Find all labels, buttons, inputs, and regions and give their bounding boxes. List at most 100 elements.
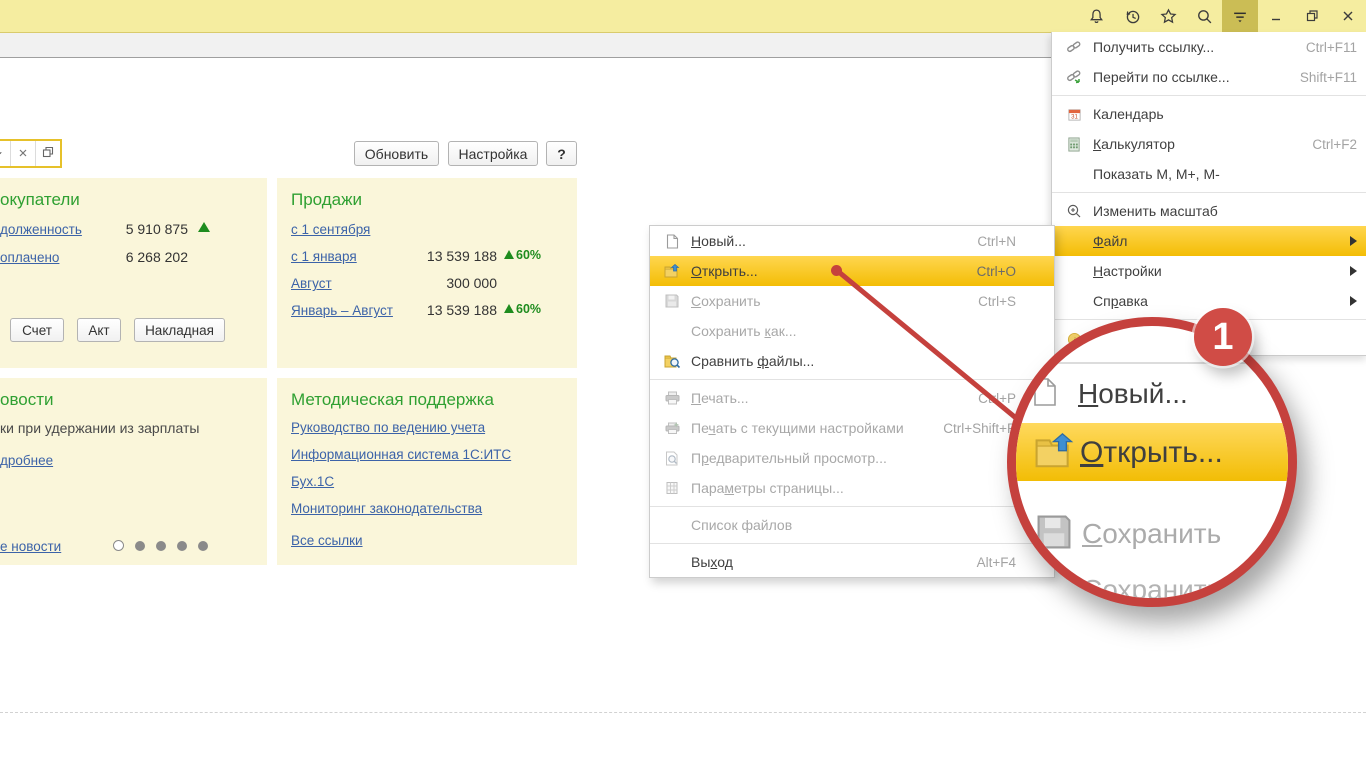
magnified-menu-item-save: Сохранить: [1082, 518, 1221, 550]
history-button[interactable]: [1114, 0, 1150, 32]
pagination-dot[interactable]: [156, 541, 166, 551]
sales-link-since-september[interactable]: с 1 сентября: [291, 222, 370, 237]
method-link-its[interactable]: Информационная система 1С:ИТС: [291, 447, 511, 462]
menu-item-label: Список файлов: [691, 517, 1004, 533]
unpaid-link[interactable]: оплачено: [0, 250, 59, 265]
menu-item-compare-files[interactable]: Сравнить файлы...: [650, 346, 1054, 376]
sales-delta-january-august: 60%: [504, 302, 541, 316]
refresh-button[interactable]: Обновить: [354, 141, 439, 166]
menu-separator: [650, 543, 1054, 544]
sales-panel: Продажи с 1 сентября с 1 января 13 539 1…: [277, 178, 577, 368]
minimize-button[interactable]: [1258, 0, 1294, 32]
menu-item-save-as[interactable]: Сохранить как...: [650, 316, 1054, 346]
menu-item-shortcut: Ctrl+O: [977, 264, 1016, 279]
menu-item-change-scale[interactable]: Изменить масштаб: [1052, 196, 1366, 226]
magnified-menu-item-open: Открыть...: [1080, 436, 1223, 470]
step-number-badge: 1: [1194, 308, 1252, 366]
menu-item-label: Перейти по ссылке...: [1093, 69, 1288, 85]
minimize-icon: [1268, 8, 1284, 24]
close-icon: [18, 145, 28, 163]
menu-item-shortcut: Ctrl+Shift+P: [943, 421, 1016, 436]
search-icon: [1196, 8, 1213, 25]
detach-window-icon: [42, 145, 54, 163]
menu-item-file-list[interactable]: Список файлов: [650, 510, 1054, 540]
main-menu-button[interactable]: [1222, 0, 1258, 32]
detach-window-button[interactable]: [35, 141, 60, 166]
search-button[interactable]: [1186, 0, 1222, 32]
bell-icon: [1088, 8, 1105, 25]
link-icon: [1064, 39, 1084, 55]
main-dropdown-menu: Получить ссылку... Ctrl+F11 Перейти по с…: [1051, 32, 1366, 356]
menu-item-go-to-link[interactable]: Перейти по ссылке... Shift+F11: [1052, 62, 1366, 92]
method-panel-title: Методическая поддержка: [291, 390, 494, 410]
restore-button[interactable]: [1294, 0, 1330, 32]
printer-icon: [662, 390, 682, 406]
menu-item-print-current[interactable]: Печать с текущими настройками Ctrl+Shift…: [650, 413, 1054, 443]
act-button[interactable]: Акт: [77, 318, 121, 342]
menu-item-settings[interactable]: Настройки: [1052, 256, 1366, 286]
close-button[interactable]: [1330, 0, 1366, 32]
menu-item-show-m[interactable]: Показать М, М+, М-: [1052, 159, 1366, 189]
folder-open-icon: [662, 263, 682, 279]
method-link-buh1c[interactable]: Бух.1С: [291, 474, 334, 489]
print-preview-icon: [662, 450, 682, 466]
no-icon: [1064, 293, 1084, 309]
close-window-button[interactable]: [10, 141, 35, 166]
menu-item-page-setup[interactable]: Параметры страницы...: [650, 473, 1054, 503]
menu-item-label: Изменить масштаб: [1093, 203, 1345, 219]
favorites-button[interactable]: [1150, 0, 1186, 32]
pagination-dot[interactable]: [198, 541, 208, 551]
trend-up-icon: [198, 222, 210, 232]
notifications-button[interactable]: [1078, 0, 1114, 32]
news-panel: овости ки при удержании из зарплаты дроб…: [0, 378, 267, 565]
menu-item-calendar[interactable]: 31 Календарь: [1052, 99, 1366, 129]
menu-item-exit[interactable]: Выход Alt+F4: [650, 547, 1054, 577]
method-link-guide[interactable]: Руководство по ведению учета: [291, 420, 485, 435]
menu-item-file[interactable]: Файл: [1052, 226, 1366, 256]
floppy-icon: [1036, 514, 1072, 555]
magnified-menu-item-new: Новый...: [1078, 378, 1188, 410]
method-all-links[interactable]: Все ссылки: [291, 533, 363, 548]
dropdown-button[interactable]: [0, 141, 10, 166]
method-link-monitoring[interactable]: Мониторинг законодательства: [291, 501, 482, 516]
menu-item-calculator[interactable]: Калькулятор Ctrl+F2: [1052, 129, 1366, 159]
sales-link-january-august[interactable]: Январь – Август: [291, 303, 393, 318]
menu-item-get-link[interactable]: Получить ссылку... Ctrl+F11: [1052, 32, 1366, 62]
pagination-dot[interactable]: [135, 541, 145, 551]
submenu-arrow-icon: [1350, 266, 1357, 276]
debt-link[interactable]: долженность: [0, 222, 82, 237]
help-button[interactable]: ?: [546, 141, 577, 166]
pagination-dot-active[interactable]: [113, 540, 124, 551]
sales-link-since-january[interactable]: с 1 января: [291, 249, 357, 264]
menu-item-label: Справка: [1093, 293, 1342, 309]
document-icon: [662, 233, 682, 249]
menu-item-shortcut: Alt+F4: [977, 555, 1016, 570]
menu-item-new[interactable]: Новый... Ctrl+N: [650, 226, 1054, 256]
svg-text:31: 31: [1071, 113, 1078, 120]
sales-link-august[interactable]: Август: [291, 276, 332, 291]
menu-item-shortcut: Ctrl+N: [977, 234, 1016, 249]
news-all-link[interactable]: е новости: [0, 539, 61, 554]
news-more-link[interactable]: дробнее: [0, 453, 53, 468]
document-icon: [1032, 376, 1058, 413]
magnified-separator: [1007, 362, 1297, 364]
news-pagination: [113, 540, 208, 551]
buyers-panel: окупатели долженность 5 910 875 оплачено…: [0, 178, 267, 368]
menu-item-print-preview[interactable]: Предварительный просмотр...: [650, 443, 1054, 473]
no-icon: [662, 554, 682, 570]
title-bar: [0, 0, 1366, 33]
settings-button[interactable]: Настройка: [448, 141, 538, 166]
menu-item-label: Выход: [691, 554, 965, 570]
menu-item-label: Калькулятор: [1093, 136, 1300, 152]
menu-separator: [1052, 192, 1366, 193]
waybill-button[interactable]: Накладная: [134, 318, 225, 342]
magnified-menu-item-save-as: Сохранить к: [1082, 574, 1241, 606]
menu-item-save[interactable]: Сохранить Ctrl+S: [650, 286, 1054, 316]
folder-open-icon: [1034, 432, 1078, 477]
page-break-line: [0, 712, 1366, 713]
link-go-icon: [1064, 69, 1084, 85]
pagination-dot[interactable]: [177, 541, 187, 551]
invoice-button[interactable]: Счет: [10, 318, 64, 342]
no-icon: [1064, 233, 1084, 249]
no-icon: [1064, 166, 1084, 182]
